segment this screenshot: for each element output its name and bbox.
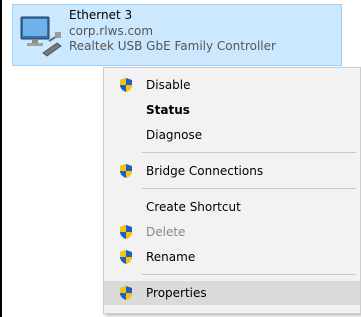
menu-label-disable: Disable	[146, 78, 191, 92]
shield-icon	[120, 250, 132, 264]
network-adapter-icon	[20, 16, 62, 57]
shield-icon	[120, 78, 132, 92]
adapter-name: Ethernet 3	[69, 8, 133, 22]
menu-label-status: Status	[146, 103, 190, 117]
menu-item-disable[interactable]: Disable	[104, 73, 360, 97]
menu-item-bridge-connections[interactable]: Bridge Connections	[104, 159, 360, 183]
menu-label-delete: Delete	[146, 225, 186, 239]
menu-label-diagnose: Diagnose	[146, 128, 203, 142]
menu-item-status[interactable]: Status	[104, 98, 360, 122]
menu-separator	[142, 274, 356, 275]
menu-label-bridge-connections: Bridge Connections	[146, 164, 264, 178]
window-left-border	[0, 0, 2, 317]
menu-label-rename: Rename	[146, 250, 196, 264]
menu-item-diagnose[interactable]: Diagnose	[104, 123, 360, 147]
shield-icon	[120, 225, 132, 239]
adapter-domain: corp.rlws.com	[69, 23, 154, 38]
menu-item-delete: Delete	[104, 220, 360, 244]
menu-item-properties[interactable]: Properties	[104, 281, 360, 305]
shield-icon	[120, 286, 132, 300]
menu-item-rename[interactable]: Rename	[104, 245, 360, 269]
menu-separator	[142, 188, 356, 189]
menu-separator	[142, 152, 356, 153]
menu-label-create-shortcut: Create Shortcut	[146, 200, 241, 214]
adapter-device: Realtek USB GbE Family Controller	[69, 39, 276, 53]
menu-item-create-shortcut[interactable]: Create Shortcut	[104, 195, 360, 219]
shield-icon	[120, 164, 132, 178]
network-adapter-item[interactable]: Ethernet 3 corp.rlws.com Realtek USB GbE…	[12, 4, 342, 66]
menu-label-properties: Properties	[146, 286, 207, 300]
context-menu: Disable Status Diagnose Bridge Connectio…	[103, 67, 361, 314]
